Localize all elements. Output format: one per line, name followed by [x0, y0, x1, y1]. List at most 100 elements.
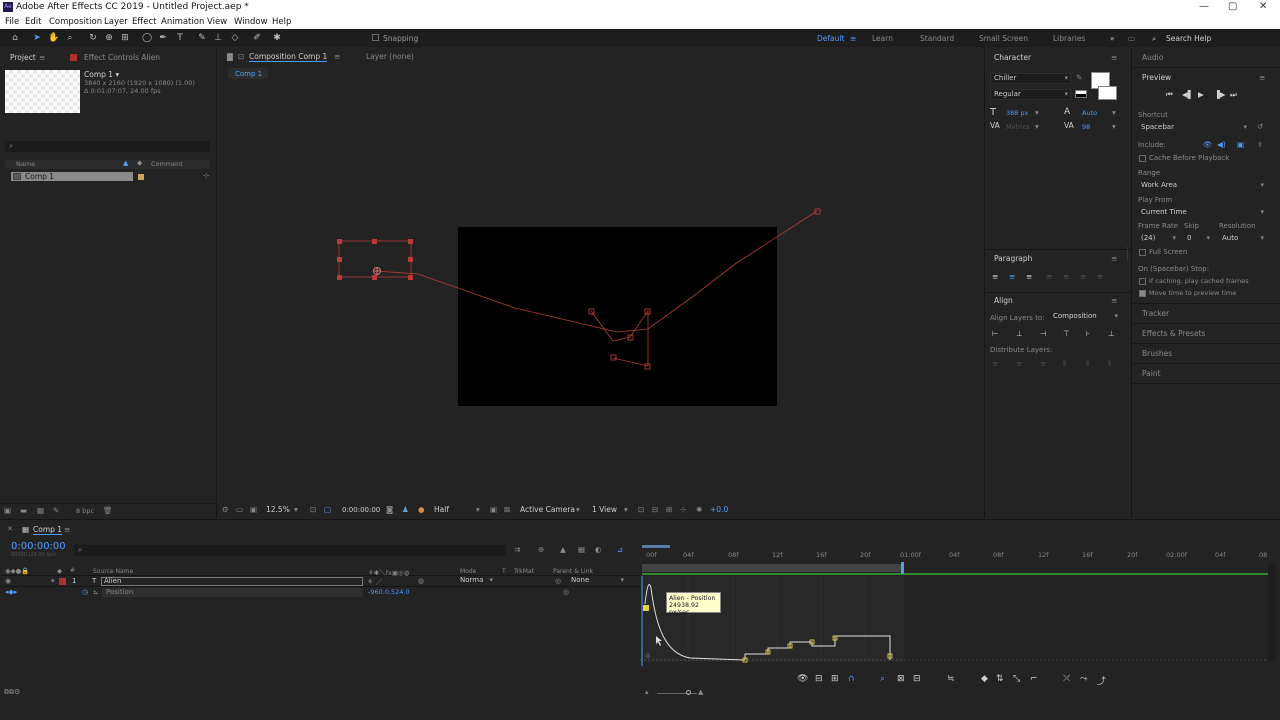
pen-tool-icon[interactable]: ✒	[158, 33, 168, 43]
export-icon[interactable]: ⇪	[1257, 140, 1263, 149]
align-horizontal-center-icon[interactable]: ⊥	[1016, 329, 1023, 338]
first-frame-icon[interactable]: ⏮	[1166, 90, 1173, 100]
t-header[interactable]: T	[502, 568, 506, 575]
frame-rate-dropdown[interactable]: (24)	[1138, 234, 1178, 245]
zoom-dropdown[interactable]: 12.5%	[266, 505, 290, 514]
chevron-down-icon[interactable]: ▾	[1035, 108, 1039, 117]
draft-3d-icon[interactable]: ⊕	[538, 545, 544, 554]
chevron-down-icon[interactable]: ▾	[1112, 108, 1116, 117]
expand-panes-icon[interactable]: ⧉⧉⚙	[4, 688, 20, 697]
blend-mode-dropdown[interactable]: Norma	[457, 576, 495, 587]
search-frame-icon[interactable]: ▭	[1128, 34, 1135, 43]
align-left-icon[interactable]: ≡	[992, 272, 998, 281]
paint-panel-title[interactable]: Paint	[1142, 369, 1161, 378]
align-top-edges-icon[interactable]: ⊤	[1063, 329, 1070, 338]
easy-ease-out-icon[interactable]: ⤴	[1097, 674, 1106, 687]
keyframe-navigator-icon[interactable]: ◂◆▸	[5, 588, 17, 596]
distribute-bottom-icon[interactable]: ≡	[1040, 359, 1046, 368]
chevron-down-icon[interactable]: ▾	[1035, 122, 1039, 131]
easy-ease-icon[interactable]: ⤫	[1063, 674, 1070, 684]
timeline-icon[interactable]: ⊞	[666, 505, 672, 514]
toggle-pixel-aspect-icon[interactable]: ⊡	[638, 505, 644, 514]
parent-link-header[interactable]: Parent & Link	[553, 568, 593, 575]
color-reset-icon[interactable]	[1075, 90, 1087, 98]
layer-name-field[interactable]	[101, 577, 363, 586]
visibility-eye-icon[interactable]: ◉	[5, 577, 11, 585]
layer-switches-icon[interactable]: ⚘ ／	[367, 577, 383, 587]
lock-icon[interactable]: ▇	[227, 52, 233, 61]
range-dropdown[interactable]: Work Area	[1138, 181, 1266, 192]
continuous-bezier-icon[interactable]: ⤡	[1013, 674, 1020, 684]
chevron-down-icon[interactable]: ▾	[624, 505, 628, 514]
label-tag-icon[interactable]: ◆	[137, 159, 142, 167]
cache-before-playback-checkbox[interactable]	[1139, 155, 1146, 162]
font-family-dropdown[interactable]: Chiller	[990, 73, 1071, 84]
menu-file[interactable]: File	[5, 17, 19, 27]
work-area-bar[interactable]	[642, 545, 670, 548]
last-frame-icon[interactable]: ⏭	[1230, 90, 1237, 100]
frame-blending-icon[interactable]: ▦	[578, 545, 585, 554]
work-area-range[interactable]	[642, 564, 904, 572]
hand-tool-icon[interactable]: ✋	[48, 33, 59, 43]
workspace-libraries[interactable]: Libraries	[1053, 34, 1085, 43]
ellipse-tool-icon[interactable]: ◯	[142, 33, 152, 43]
distribute-top-icon[interactable]: ≡	[992, 359, 998, 368]
previous-frame-icon[interactable]: ◀▌	[1182, 90, 1194, 99]
table-row[interactable]: ◂◆▸ ◷ ⊾ Position -960.0,524.0 ◎	[0, 587, 640, 598]
preview-title[interactable]: Preview	[1142, 73, 1171, 82]
home-icon[interactable]: ⌂	[10, 33, 20, 43]
color-channel-icon[interactable]: ●	[418, 505, 425, 514]
roto-brush-tool-icon[interactable]: ✐	[252, 33, 262, 43]
graph-type-icon[interactable]: ⊟	[815, 674, 823, 684]
justify-last-left-icon[interactable]: ≡	[1046, 272, 1052, 281]
interpret-footage-icon[interactable]: ▣	[4, 506, 11, 515]
shortcut-dropdown[interactable]: Spacebar	[1138, 123, 1249, 134]
align-center-icon[interactable]: ≡	[1009, 272, 1015, 281]
timeline-timecode[interactable]: 0:00:00:00	[11, 541, 66, 552]
zoom-slider-thumb[interactable]	[686, 690, 691, 695]
mode-header[interactable]: Mode	[460, 568, 476, 575]
chevron-down-icon[interactable]: ▾	[1112, 122, 1116, 131]
preview-icon[interactable]: ▭	[236, 505, 243, 514]
menu-composition[interactable]: Composition	[49, 17, 102, 27]
exposure-icon[interactable]: ✺	[696, 505, 702, 514]
snapping-checkbox[interactable]	[372, 34, 379, 41]
snap-icon[interactable]: ∩	[848, 674, 855, 684]
chevron-down-icon[interactable]: ▾	[476, 505, 480, 514]
motion-path-overlay[interactable]	[218, 79, 984, 499]
brushes-panel-title[interactable]: Brushes	[1142, 349, 1172, 358]
tab-timeline-comp[interactable]: Comp 1	[33, 525, 63, 535]
shy-layers-icon[interactable]: ▲	[560, 545, 566, 554]
panel-menu-icon[interactable]: ≡	[64, 525, 70, 534]
tracking-value[interactable]: 98	[1082, 123, 1090, 131]
new-composition-icon[interactable]: ▦	[37, 506, 44, 515]
parent-dropdown[interactable]: None	[568, 576, 626, 587]
include-overlays-icon[interactable]: ▣	[1237, 140, 1244, 149]
show-snapshot-icon[interactable]: ♟	[402, 505, 409, 514]
menu-layer[interactable]: Layer	[104, 17, 128, 27]
next-frame-icon[interactable]: ▐▶	[1214, 90, 1226, 99]
move-time-checkbox[interactable]	[1139, 290, 1146, 297]
distribute-left-icon[interactable]: ⫴	[1063, 359, 1066, 369]
minimize-button[interactable]: —	[1199, 1, 1209, 12]
position-value[interactable]: -960.0,524.0	[368, 588, 410, 596]
tracker-panel-title[interactable]: Tracker	[1142, 309, 1169, 318]
flowchart-icon[interactable]: ⊹	[203, 171, 209, 180]
camera-tool-icon[interactable]: ⊕	[104, 33, 114, 43]
zoom-slider[interactable]	[657, 693, 697, 694]
trash-icon[interactable]: 🗑	[103, 506, 113, 515]
justify-all-icon[interactable]: ≡	[1097, 272, 1103, 281]
comp-info-name[interactable]: Comp 1 ▾	[84, 70, 119, 79]
workspace-small-screen[interactable]: Small Screen	[979, 34, 1028, 43]
time-ruler[interactable]: 00f 04f 08f 12f 16f 20f 01:00f 04f 08f 1…	[640, 542, 1280, 564]
av-features-icon[interactable]: ◉◆●🔒	[5, 567, 29, 575]
distribute-vcenter-icon[interactable]: ≡	[1016, 359, 1022, 368]
table-row[interactable]: ◉ ▾ 1 T Alien ⚘ ／ ◍ Norma ◎ None	[0, 576, 640, 587]
menu-help[interactable]: Help	[272, 17, 291, 27]
label-color-swatch[interactable]	[138, 174, 144, 180]
eyedropper-icon[interactable]: ✎	[1076, 73, 1082, 82]
vertical-scrollbar[interactable]	[1268, 562, 1276, 662]
menu-edit[interactable]: Edit	[25, 17, 41, 27]
paragraph-title[interactable]: Paragraph	[994, 254, 1032, 263]
panel-menu-icon[interactable]: ≡	[1111, 254, 1117, 263]
